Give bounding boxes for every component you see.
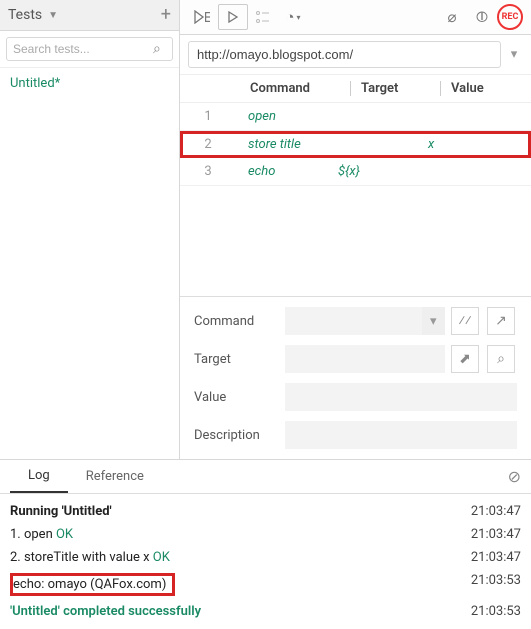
test-item[interactable]: Untitled*: [0, 68, 179, 99]
command-input[interactable]: [285, 307, 422, 335]
log-line: echo: omayo (QAFox.com) 21:03:53: [10, 569, 521, 600]
table-row[interactable]: 2 store title x: [180, 131, 531, 158]
search-input[interactable]: [6, 37, 173, 61]
command-form: Command ▾ ⁄⁄ ↗ Target ⬈ ⌕ Value Descript…: [180, 297, 531, 459]
log-running: Running 'Untitled': [10, 504, 112, 519]
description-input[interactable]: [285, 421, 517, 449]
table-row[interactable]: 1 open: [180, 103, 531, 131]
col-value: Value: [440, 81, 484, 96]
log-line: 'Untitled' completed successfully 21:03:…: [10, 600, 521, 623]
log-success: 'Untitled' completed successfully: [10, 604, 471, 619]
pause-button[interactable]: ⦷: [467, 4, 497, 30]
step-button[interactable]: [248, 4, 278, 30]
log-body: Running 'Untitled' 21:03:47 1. open OK 2…: [0, 494, 531, 629]
table-row[interactable]: 3 echo ${x}: [180, 158, 531, 186]
editor-panel: ◔▾ ⌀ ⦷ REC ▾ Command Target Value 1 open…: [180, 0, 531, 459]
value-input[interactable]: [285, 383, 517, 411]
base-url-input[interactable]: [188, 41, 501, 68]
log-ts: 21:03:53: [471, 604, 521, 619]
target-label: Target: [194, 352, 279, 367]
log-line: 1. open OK 21:03:47: [10, 523, 521, 546]
log-ok: OK: [56, 527, 73, 542]
log-echo: echo: omayo (QAFox.com): [10, 573, 175, 596]
log-ts: 21:03:47: [471, 504, 521, 519]
open-window-button[interactable]: ↗: [487, 307, 515, 335]
toggle-comment-button[interactable]: ⁄⁄: [451, 307, 479, 335]
add-test-button[interactable]: +: [161, 6, 171, 24]
log-ts: 21:03:47: [471, 527, 521, 542]
row-number: 1: [188, 109, 228, 124]
log-ts: 21:03:47: [471, 550, 521, 565]
command-rows: 1 open 2 store title x 3 echo ${x}: [180, 103, 531, 186]
row-target: ${x}: [338, 164, 428, 179]
row-command: open: [228, 109, 338, 124]
tests-panel: Tests ▼ + ⌕ Untitled*: [0, 0, 180, 459]
disable-breakpoints-button[interactable]: ⌀: [437, 4, 467, 30]
value-label: Value: [194, 390, 279, 405]
log-line: Running 'Untitled' 21:03:47: [10, 500, 521, 523]
log-pre: 2. storeTitle with value x: [10, 550, 153, 565]
toolbar: ◔▾ ⌀ ⦷ REC: [180, 0, 531, 35]
tests-header: Tests ▼ +: [0, 0, 179, 31]
log-ts: 21:03:53: [471, 573, 521, 596]
clear-log-button[interactable]: ⊘: [508, 467, 521, 486]
editor-empty-area[interactable]: [180, 186, 531, 297]
url-dropdown-icon[interactable]: ▾: [505, 47, 523, 62]
chevron-down-icon[interactable]: ▼: [48, 10, 58, 21]
log-tabs: Log Reference ⊘: [0, 460, 531, 494]
row-command: echo: [228, 164, 338, 179]
tab-reference[interactable]: Reference: [68, 461, 162, 492]
col-command: Command: [250, 81, 350, 96]
row-number: 2: [188, 137, 228, 152]
log-ok: OK: [153, 550, 170, 565]
command-label: Command: [194, 314, 279, 329]
col-target: Target: [350, 81, 440, 96]
row-value: x: [428, 137, 434, 152]
run-all-button[interactable]: [188, 4, 218, 30]
tab-log[interactable]: Log: [10, 460, 68, 493]
run-button[interactable]: [218, 4, 248, 30]
select-target-button[interactable]: ⬈: [451, 345, 479, 373]
record-button[interactable]: REC: [497, 4, 523, 30]
tests-title: Tests: [8, 7, 42, 23]
row-number: 3: [188, 164, 228, 179]
log-pre: 1. open: [10, 527, 56, 542]
search-wrap: ⌕: [0, 31, 179, 68]
description-label: Description: [194, 428, 279, 443]
row-command: store title: [228, 137, 338, 152]
command-table-header: Command Target Value: [180, 75, 531, 103]
find-target-button[interactable]: ⌕: [487, 345, 515, 373]
url-bar: ▾: [180, 35, 531, 75]
speed-button[interactable]: ◔▾: [278, 4, 308, 30]
target-input[interactable]: [285, 345, 445, 373]
log-line: 2. storeTitle with value x OK 21:03:47: [10, 546, 521, 569]
command-dropdown-icon[interactable]: ▾: [422, 307, 445, 335]
